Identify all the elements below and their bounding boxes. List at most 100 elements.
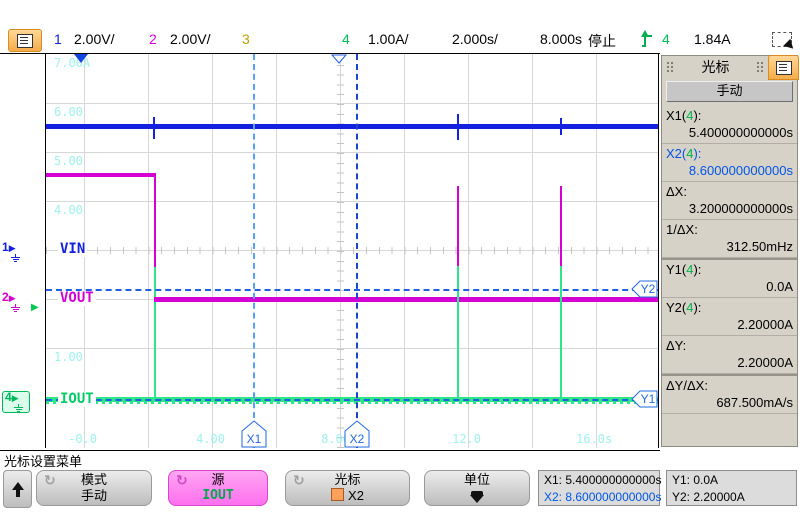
panel-menu-button[interactable]	[768, 55, 799, 80]
ch2-number[interactable]: 2	[149, 31, 157, 47]
ch4-scale[interactable]: 1.00A/	[368, 31, 408, 47]
gridline	[46, 348, 658, 349]
cursor-x-readout: X1: 5.400000000000s X2: 8.600000000000s	[538, 470, 660, 506]
delay-time[interactable]: 8.000s	[540, 31, 582, 47]
menu-icon	[17, 34, 33, 48]
softkey-unit[interactable]: 单位	[424, 470, 530, 506]
trigger-time-marker-icon[interactable]	[74, 54, 88, 63]
ch4-marker-label: 4	[5, 390, 12, 404]
softkey-menu-title: 光标设置菜单	[4, 451, 82, 470]
trace-label-iout: IOUT	[58, 392, 96, 407]
trigger-edge-icon	[640, 30, 654, 48]
panel-grip[interactable]	[666, 61, 675, 73]
cursor-mode-button[interactable]: 手动	[666, 81, 793, 102]
cursor-arrow-icon	[783, 39, 796, 52]
softkey-cursor[interactable]: ↻光标 X2	[285, 470, 410, 506]
vin-glitch	[457, 114, 459, 140]
cursor-field-dy: ΔY: 2.20000A	[662, 336, 797, 374]
active-cursor-icon	[331, 488, 344, 501]
ch1-ground-marker[interactable]: 1▶	[2, 242, 42, 262]
main-menu-button[interactable]	[8, 29, 42, 52]
vout-falling-edge	[154, 175, 156, 267]
cursor-y2-flag[interactable]: Y2	[631, 280, 658, 298]
x-axis-label: 16.0s	[576, 432, 612, 446]
cursor-x2-line[interactable]	[356, 54, 358, 448]
ch1-marker-label: 1	[2, 240, 9, 254]
svg-text:Y2: Y2	[641, 282, 656, 296]
iout-spike	[154, 267, 156, 399]
trigger-level-arrow-icon[interactable]: ▶	[31, 302, 39, 313]
up-arrow-icon	[16, 490, 20, 497]
x-axis-label: -0.0	[68, 432, 97, 446]
cursor-field-inv-dx: 1/ΔX: 312.50mHz	[662, 220, 797, 258]
y-axis-label: 1.00	[54, 350, 83, 364]
cursor-field-dx: ΔX: 3.200000000000s	[662, 182, 797, 220]
trigger-source[interactable]: 4	[662, 31, 670, 47]
ch1-ground-icon	[10, 254, 21, 262]
timebase[interactable]: 2.000s/	[452, 31, 498, 47]
panel-grip[interactable]	[756, 61, 765, 73]
waveform-iout-noise	[46, 402, 658, 404]
knob-icon: ↻	[44, 472, 56, 489]
x-axis-label: 4.00	[196, 432, 225, 446]
cursor-y-readout: Y1: 0.0A Y2: 2.20000A	[666, 470, 797, 506]
ch1-number[interactable]: 1	[54, 31, 62, 47]
knob-icon: ↻	[293, 472, 305, 489]
menu-back-button[interactable]	[3, 470, 32, 508]
panel-title: 光标	[679, 57, 752, 77]
trigger-level[interactable]: 1.84A	[694, 31, 731, 47]
y-axis-label: 4.00	[54, 203, 83, 217]
cursor-field-dy-dx: ΔY/ΔX: 687.500mA/s	[662, 374, 797, 414]
graticule: 7.00A 6.00 5.00 4.00 1.00 -0.0 4.00 8.00…	[45, 54, 659, 448]
knob-icon: ↻	[176, 472, 188, 489]
gridline	[46, 201, 658, 202]
cursor-field-x2: X2(4): 8.600000000000s	[662, 144, 797, 182]
vin-glitch	[153, 117, 155, 139]
ch3-number[interactable]: 3	[242, 31, 250, 47]
ch4-number[interactable]: 4	[342, 31, 350, 47]
cursor-y2-line[interactable]	[46, 289, 658, 291]
cursor-x2-flag[interactable]: X2	[344, 420, 370, 448]
up-arrow-icon	[12, 482, 24, 490]
selection-tool-icon[interactable]	[772, 32, 792, 47]
cursor-y1-flag[interactable]: Y1	[631, 390, 658, 408]
ch2-pointer-icon: ▶	[9, 293, 16, 303]
iout-spike	[457, 266, 459, 399]
ch1-scale[interactable]: 2.00V/	[74, 31, 114, 47]
svg-text:X2: X2	[350, 432, 365, 446]
ch2-marker-label: 2	[2, 290, 9, 304]
ch4-ground-icon	[13, 404, 24, 412]
ch2-ground-icon	[10, 304, 21, 312]
ch1-pointer-icon: ▶	[9, 243, 16, 253]
ch2-scale[interactable]: 2.00V/	[170, 31, 210, 47]
cursor-y1-line[interactable]	[46, 399, 658, 401]
trace-label-vout: VOUT	[58, 291, 96, 306]
gridline	[46, 103, 658, 104]
center-axis-ticks	[46, 247, 658, 254]
gridline	[46, 152, 658, 153]
cursor-x1-flag[interactable]: X1	[241, 420, 267, 448]
down-arrow-icon	[470, 491, 484, 503]
waveform-vin	[46, 124, 658, 129]
ch4-ground-marker[interactable]: 4▶	[2, 391, 30, 413]
toolbar: 1 2.00V/ 2 2.00V/ 3 4 1.00A/ 2.000s/ 8.0…	[0, 28, 800, 53]
time-reference-marker-icon	[331, 54, 347, 64]
menu-icon	[776, 61, 792, 75]
cursor-field-y2: Y2(4): 2.20000A	[662, 298, 797, 336]
cursor-x1-line[interactable]	[253, 54, 255, 448]
waveform-vout-high	[46, 173, 156, 177]
display-area: 1▶ 2▶ ▶ 4▶	[0, 53, 660, 451]
svg-text:X1: X1	[247, 432, 262, 446]
acquisition-state: 停止	[588, 31, 616, 51]
oscilloscope-screen: 1 2.00V/ 2 2.00V/ 3 4 1.00A/ 2.000s/ 8.0…	[0, 0, 800, 512]
softkey-mode[interactable]: ↻模式 手动	[36, 470, 152, 506]
cursor-field-x1: X1(4): 5.400000000000s	[662, 106, 797, 144]
x-axis-label: 12.0	[452, 432, 481, 446]
vin-glitch	[560, 118, 562, 135]
cursor-field-y1: Y1(4): 0.0A	[662, 258, 797, 298]
iout-spike	[560, 266, 562, 399]
cursor-panel: 光标 手动 X1(4): 5.400000000000s X2(4): 8.60…	[661, 55, 798, 447]
trace-label-vin: VIN	[58, 242, 87, 257]
center-axis-ticks	[337, 54, 344, 448]
softkey-source[interactable]: ↻源 IOUT	[168, 470, 268, 506]
